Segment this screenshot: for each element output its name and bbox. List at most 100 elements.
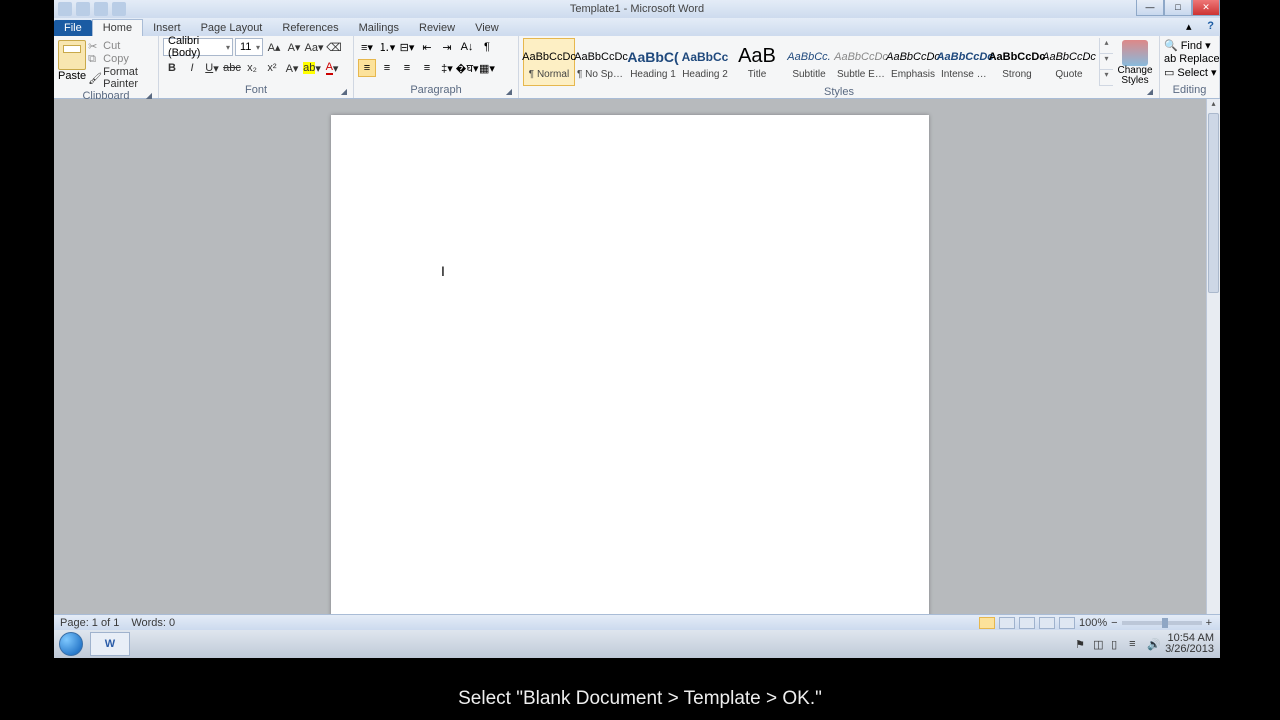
copy-button[interactable]: ⧉Copy	[88, 53, 154, 65]
minimize-ribbon-icon[interactable]: ▴	[1186, 20, 1196, 30]
page-indicator[interactable]: Page: 1 of 1	[60, 617, 119, 629]
replace-button[interactable]: abReplace	[1164, 53, 1220, 65]
decrease-indent-button[interactable]: ⇤	[418, 38, 436, 56]
zoom-out-button[interactable]: −	[1111, 617, 1117, 629]
change-styles-button[interactable]: Change Styles	[1115, 38, 1155, 86]
styles-scroll[interactable]: ▴▾▾	[1099, 38, 1113, 86]
font-dialog-icon[interactable]: ◢	[339, 87, 349, 97]
strikethrough-button[interactable]: abc	[223, 59, 241, 77]
editing-group-label: Editing	[1173, 84, 1207, 96]
numbering-button[interactable]: ⒈▾	[378, 38, 396, 56]
clear-formatting-button[interactable]: ⌫	[325, 38, 343, 56]
tab-mailings[interactable]: Mailings	[349, 20, 409, 36]
maximize-button[interactable]: □	[1164, 0, 1192, 16]
borders-button[interactable]: ▦▾	[478, 59, 496, 77]
superscript-button[interactable]: x²	[263, 59, 281, 77]
tab-insert[interactable]: Insert	[143, 20, 191, 36]
style-intense-e-[interactable]: AaBbCcDcIntense E...	[939, 38, 991, 86]
find-button[interactable]: 🔍Find▾	[1164, 39, 1220, 52]
document-area[interactable]: I	[54, 99, 1206, 614]
zoom-slider[interactable]	[1122, 621, 1202, 625]
line-spacing-button[interactable]: ‡▾	[438, 59, 456, 77]
tray-flag-icon[interactable]: ⚑	[1075, 638, 1087, 650]
tab-review[interactable]: Review	[409, 20, 465, 36]
tray-battery-icon[interactable]: ▯	[1111, 638, 1123, 650]
taskbar-word-button[interactable]: W	[90, 632, 130, 656]
style-title[interactable]: AaBTitle	[731, 38, 783, 86]
undo-icon[interactable]	[94, 2, 108, 16]
save-icon[interactable]	[76, 2, 90, 16]
format-painter-button[interactable]: 🖌Format Painter	[88, 66, 154, 90]
minimize-button[interactable]: —	[1136, 0, 1164, 16]
close-button[interactable]: ✕	[1192, 0, 1220, 16]
styles-dialog-icon[interactable]: ◢	[1145, 87, 1155, 97]
align-center-button[interactable]: ≡	[378, 59, 396, 77]
change-case-button[interactable]: Aa▾	[305, 38, 323, 56]
paste-button[interactable]: Paste	[58, 38, 86, 82]
tab-references[interactable]: References	[272, 20, 348, 36]
style-subtle-em-[interactable]: AaBbCcDcSubtle Em...	[835, 38, 887, 86]
tab-home[interactable]: Home	[92, 19, 143, 36]
style-subtitle[interactable]: AaBbCc.Subtitle	[783, 38, 835, 86]
align-right-button[interactable]: ≡	[398, 59, 416, 77]
style-strong[interactable]: AaBbCcDcStrong	[991, 38, 1043, 86]
tab-page-layout[interactable]: Page Layout	[191, 20, 273, 36]
grow-font-button[interactable]: A▴	[265, 38, 283, 56]
multilevel-list-button[interactable]: ⊟▾	[398, 38, 416, 56]
change-styles-icon	[1122, 40, 1148, 66]
redo-icon[interactable]	[112, 2, 126, 16]
vertical-scrollbar[interactable]: ▴	[1206, 99, 1220, 614]
print-layout-view-button[interactable]	[979, 617, 995, 629]
select-button[interactable]: ▭Select▾	[1164, 66, 1220, 79]
text-effects-button[interactable]: A▾	[283, 59, 301, 77]
font-name-combo[interactable]: Calibri (Body)	[163, 38, 233, 56]
style-heading-2[interactable]: AaBbCcHeading 2	[679, 38, 731, 86]
page[interactable]: I	[331, 115, 929, 614]
justify-button[interactable]: ≡	[418, 59, 436, 77]
bold-button[interactable]: B	[163, 59, 181, 77]
zoom-level[interactable]: 100%	[1079, 617, 1107, 629]
style--no-spaci-[interactable]: AaBbCcDc¶ No Spaci...	[575, 38, 627, 86]
start-button[interactable]	[54, 630, 88, 658]
tray-wifi-icon[interactable]: ≡	[1129, 638, 1141, 650]
style-emphasis[interactable]: AaBbCcDcEmphasis	[887, 38, 939, 86]
web-layout-view-button[interactable]	[1019, 617, 1035, 629]
shrink-font-button[interactable]: A▾	[285, 38, 303, 56]
sort-button[interactable]: A↓	[458, 38, 476, 56]
styles-gallery[interactable]: AaBbCcDc¶ NormalAaBbCcDc¶ No Spaci...AaB…	[523, 38, 1097, 86]
style-heading-1[interactable]: AaBbC(Heading 1	[627, 38, 679, 86]
word-count[interactable]: Words: 0	[131, 617, 175, 629]
ribbon: Paste ✂Cut ⧉Copy 🖌Format Painter Clipboa…	[54, 36, 1220, 99]
italic-button[interactable]: I	[183, 59, 201, 77]
cut-button[interactable]: ✂Cut	[88, 40, 154, 52]
paragraph-group-label: Paragraph	[410, 84, 461, 96]
tray-clock[interactable]: 10:54 AM3/26/2013	[1165, 633, 1214, 655]
style-quote[interactable]: AaBbCcDcQuote	[1043, 38, 1095, 86]
underline-button[interactable]: U▾	[203, 59, 221, 77]
tab-view[interactable]: View	[465, 20, 509, 36]
style--normal[interactable]: AaBbCcDc¶ Normal	[523, 38, 575, 86]
taskbar: W ⚑ ◫ ▯ ≡ 🔊 10:54 AM3/26/2013	[54, 630, 1220, 658]
increase-indent-button[interactable]: ⇥	[438, 38, 456, 56]
help-icon[interactable]: ?	[1207, 20, 1214, 32]
fullscreen-reading-view-button[interactable]	[999, 617, 1015, 629]
styles-group-label: Styles	[824, 86, 854, 98]
tray-volume-icon[interactable]: 🔊	[1147, 638, 1159, 650]
status-bar: Page: 1 of 1 Words: 0 100% − +	[54, 614, 1220, 630]
shading-button[interactable]: �घ▾	[458, 59, 476, 77]
font-size-combo[interactable]: 11	[235, 38, 263, 56]
show-marks-button[interactable]: ¶	[478, 38, 496, 56]
tab-file[interactable]: File	[54, 20, 92, 36]
font-color-button[interactable]: A▾	[323, 59, 341, 77]
draft-view-button[interactable]	[1059, 617, 1075, 629]
tray-network-icon[interactable]: ◫	[1093, 638, 1105, 650]
bullets-button[interactable]: ≡▾	[358, 38, 376, 56]
find-icon: 🔍	[1164, 39, 1178, 52]
paragraph-dialog-icon[interactable]: ◢	[504, 87, 514, 97]
highlight-button[interactable]: ab▾	[303, 59, 321, 77]
subscript-button[interactable]: x₂	[243, 59, 261, 77]
outline-view-button[interactable]	[1039, 617, 1055, 629]
replace-icon: ab	[1164, 53, 1176, 65]
align-left-button[interactable]: ≡	[358, 59, 376, 77]
zoom-in-button[interactable]: +	[1206, 617, 1212, 629]
